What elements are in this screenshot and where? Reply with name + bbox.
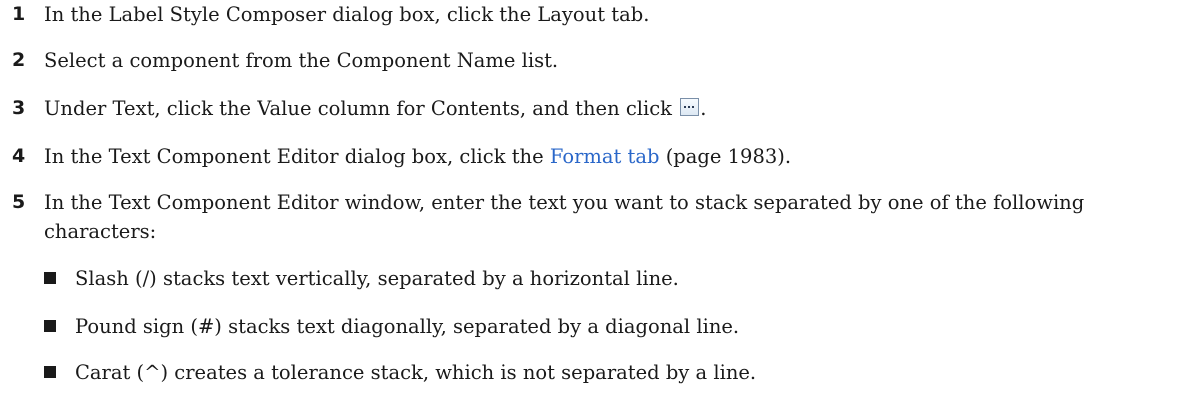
step-text: Under Text, click the Value column for C… [44,94,1192,123]
bullet-text: Pound sign (#) stacks text diagonally, s… [75,315,740,338]
step-text: In the Text Component Editor window, ent… [44,191,1085,243]
step-text-before: Under Text, click the Value column for C… [44,97,672,120]
format-tab-link[interactable]: Format tab [550,145,660,168]
bullet-square-icon [44,320,56,332]
step-text: Select a component from the Component Na… [44,49,559,72]
bullet-text: Carat (^) creates a tolerance stack, whi… [75,361,757,384]
step-number: 5 [12,191,26,213]
step-number: 4 [12,145,26,167]
bullet-square-icon [44,366,56,378]
step-text-before: In the Text Component Editor dialog box,… [44,145,544,168]
step-number: 2 [12,49,26,71]
step-number: 1 [12,3,26,25]
step-text-after: (page 1983). [665,145,792,168]
step-text: In the Label Style Composer dialog box, … [44,3,650,26]
step-text: In the Text Component Editor dialog box,… [44,142,1192,171]
step-text-after: . [700,97,707,120]
bullet-square-icon [44,272,56,284]
step-number: 3 [12,97,26,119]
ellipsis-button-icon[interactable] [680,98,700,116]
bullet-text: Slash (/) stacks text vertically, separa… [75,267,679,290]
